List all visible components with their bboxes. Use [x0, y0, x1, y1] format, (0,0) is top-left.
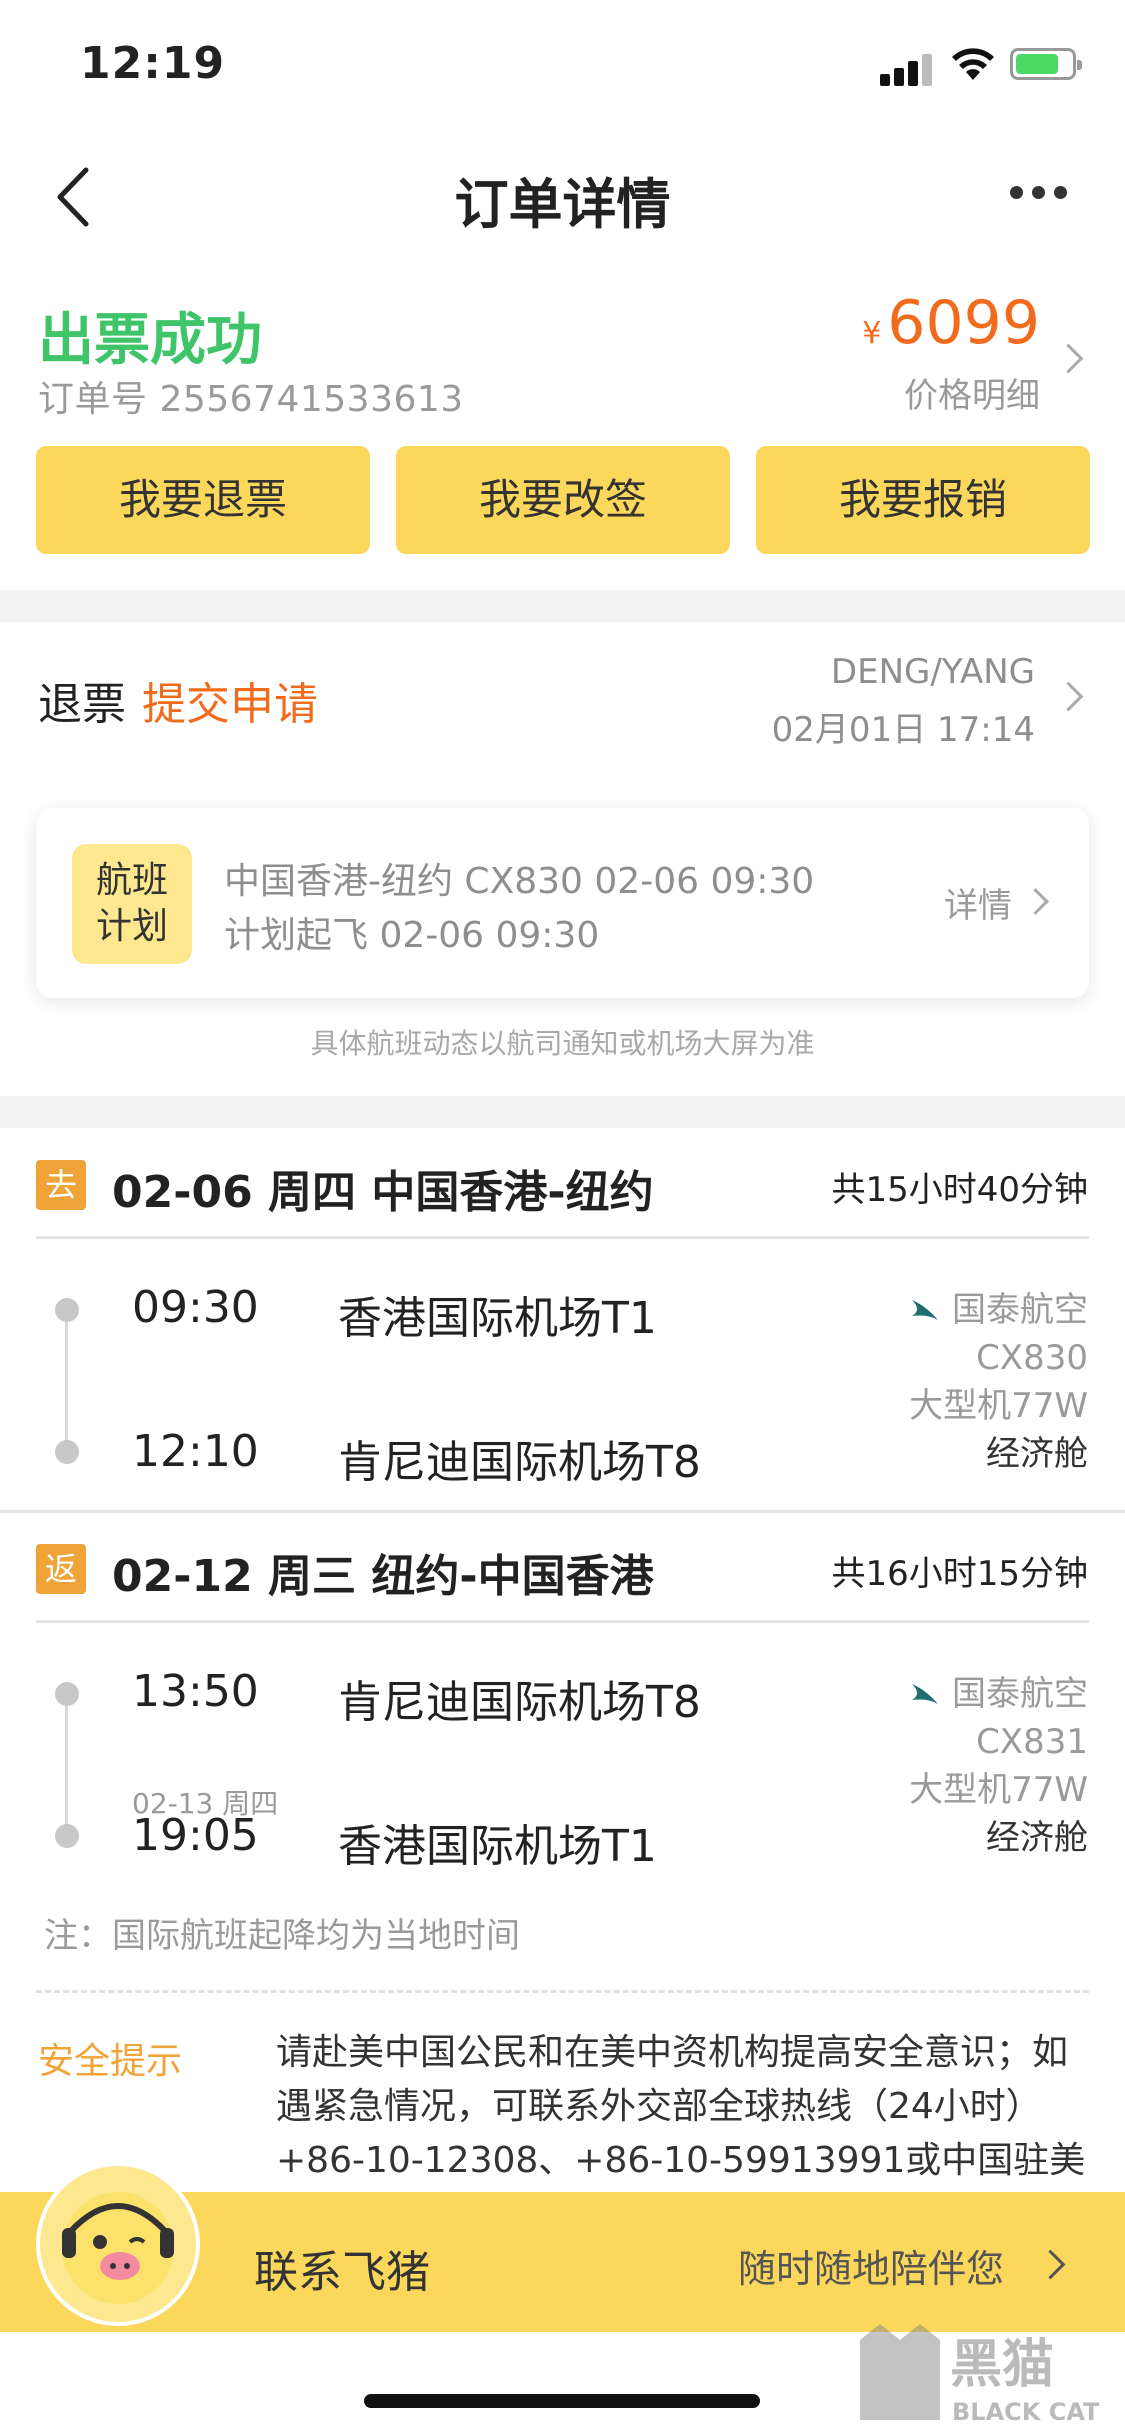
- return-tag: 返: [36, 1544, 86, 1594]
- black-cat-logo-icon: 黑猫 BLACK CAT: [860, 2324, 1100, 2426]
- cabin-class: 经济舱: [986, 1434, 1088, 1474]
- ticket-status: 出票成功: [38, 308, 262, 373]
- section-divider: [0, 590, 1125, 622]
- departure-airport: 香港国际机场T1: [338, 1293, 657, 1344]
- pig-mascot-icon: [62, 2192, 174, 2304]
- airline-name: 国泰航空: [952, 1290, 1088, 1330]
- segment-duration: 共15小时40分钟: [831, 1170, 1088, 1210]
- contact-label: 联系飞猪: [254, 2247, 430, 2298]
- watermark-en: BLACK CAT: [952, 2398, 1100, 2426]
- departure-time: 09:30: [132, 1282, 259, 1333]
- route-line: [65, 1706, 68, 1832]
- arrival-dot: [55, 1824, 79, 1848]
- flight-plan-route: 中国香港-纽约 CX830 02-06 09:30: [224, 861, 815, 902]
- chevron-right-icon[interactable]: [1053, 343, 1084, 374]
- airline-logo-icon: [912, 1684, 938, 1704]
- refund-status: 提交申请: [142, 679, 318, 730]
- safety-label: 安全提示: [38, 2041, 183, 2082]
- departure-dot: [55, 1298, 79, 1322]
- departure-time: 13:50: [132, 1666, 259, 1717]
- departure-airport: 肯尼迪国际机场T8: [338, 1677, 701, 1728]
- order-price[interactable]: ¥6099: [860, 288, 1040, 358]
- reimburse-button[interactable]: 我要报销: [756, 446, 1090, 554]
- badge-line-2: 计划: [95, 906, 168, 947]
- dashed-divider: [36, 1990, 1089, 1993]
- flight-plan-detail-link[interactable]: 详情: [944, 878, 1012, 927]
- segment-duration: 共16小时15分钟: [831, 1554, 1088, 1594]
- cellular-signal-icon: [880, 50, 938, 86]
- segment-title: 02-06 周四 中国香港-纽约: [112, 1167, 654, 1218]
- currency-symbol: ¥: [862, 316, 882, 351]
- aircraft-type: 大型机77W: [909, 1770, 1088, 1810]
- outbound-tag: 去: [36, 1160, 86, 1210]
- watermark-cn: 黑猫: [950, 2335, 1054, 2395]
- more-button[interactable]: [1010, 186, 1070, 206]
- chevron-right-icon[interactable]: [1022, 888, 1049, 915]
- wifi-icon: [952, 48, 994, 80]
- refund-button[interactable]: 我要退票: [36, 446, 370, 554]
- aircraft-type: 大型机77W: [909, 1386, 1088, 1426]
- arrival-time: 12:10: [132, 1426, 259, 1477]
- arrival-time: 19:05: [132, 1810, 259, 1861]
- mascot-avatar[interactable]: [36, 2162, 200, 2326]
- change-button[interactable]: 我要改签: [396, 446, 730, 554]
- airline-name: 国泰航空: [952, 1674, 1088, 1714]
- chevron-right-icon[interactable]: [1053, 681, 1084, 712]
- segment-divider: [36, 1620, 1089, 1623]
- flight-plan-card[interactable]: 航班 计划 中国香港-纽约 CX830 02-06 09:30 计划起飞 02-…: [36, 808, 1089, 998]
- arrival-airport: 肯尼迪国际机场T8: [338, 1437, 701, 1488]
- airline-info: 国泰航空 CX830 大型机77W 经济舱: [728, 1286, 1088, 1478]
- airline-info: 国泰航空 CX831 大型机77W 经济舱: [728, 1670, 1088, 1862]
- arrival-dot: [55, 1440, 79, 1464]
- cabin-class: 经济舱: [986, 1818, 1088, 1858]
- watermark-logo: 黑猫 BLACK CAT: [850, 2320, 1120, 2430]
- battery-icon: [1010, 48, 1082, 80]
- page-title: 订单详情: [454, 173, 671, 236]
- route-line: [65, 1322, 68, 1448]
- departure-dot: [55, 1682, 79, 1706]
- price-value: 6099: [887, 288, 1040, 358]
- passenger-name: DENG/YANG: [830, 652, 1035, 692]
- chevron-right-icon: [1035, 2249, 1066, 2280]
- flight-plan-note: 具体航班动态以航司通知或机场大屏为准: [310, 1027, 815, 1060]
- flight-plan-badge: 航班 计划: [72, 844, 192, 964]
- flight-number: CX830: [976, 1338, 1088, 1378]
- home-indicator[interactable]: [364, 2394, 760, 2408]
- segment-title: 02-12 周三 纽约-中国香港: [112, 1551, 654, 1602]
- price-detail-link[interactable]: 价格明细: [860, 368, 1040, 417]
- section-divider: [0, 1096, 1125, 1128]
- refund-time: 02月01日 17:14: [771, 710, 1035, 750]
- status-time: 12:19: [80, 38, 226, 89]
- contact-tagline: 随时随地陪伴您: [738, 2247, 1005, 2291]
- order-number: 订单号 2556741533613: [38, 379, 464, 420]
- flight-plan-departure: 计划起飞 02-06 09:30: [224, 915, 600, 956]
- segment-divider: [36, 1236, 1089, 1239]
- badge-line-1: 航班: [95, 860, 168, 901]
- arrival-airport: 香港国际机场T1: [338, 1821, 657, 1872]
- segment-separator: [0, 1510, 1125, 1513]
- refund-label: 退票: [38, 679, 126, 730]
- local-time-note: 注：国际航班起降均为当地时间: [44, 1916, 520, 1956]
- flight-number: CX831: [976, 1722, 1088, 1762]
- airline-logo-icon: [912, 1300, 938, 1320]
- status-bar: 12:19: [0, 0, 1125, 130]
